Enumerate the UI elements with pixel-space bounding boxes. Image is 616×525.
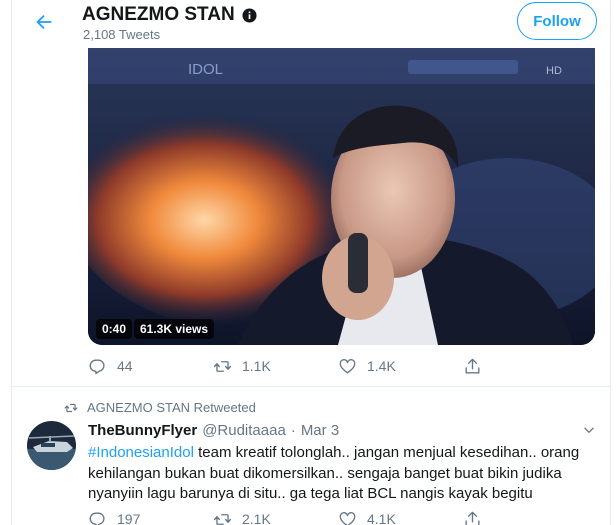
like-button[interactable]: 1.4K xyxy=(338,356,463,376)
retweet-notice[interactable]: AGNEZMO STAN Retweeted xyxy=(64,400,256,415)
timeline-column: AGNEZMO STAN 2,108 Tweets Follow IDOL HD… xyxy=(11,0,611,525)
retweet-notice-text: AGNEZMO STAN Retweeted xyxy=(87,400,256,415)
like-icon xyxy=(339,511,356,525)
reply-button[interactable]: 44 xyxy=(88,356,213,376)
like-count: 4.1K xyxy=(367,511,396,525)
tweet-actions: 197 2.1K 4.1K xyxy=(88,509,588,525)
hashtag-link[interactable]: #IndonesianIdol xyxy=(88,444,194,461)
profile-name: AGNEZMO STAN xyxy=(82,4,257,26)
video-frame-image: IDOL HD xyxy=(88,48,595,345)
retweet-count: 1.1K xyxy=(242,358,271,374)
tweet-text-line1: team kreatif tolonglah.. jangan menjual … xyxy=(193,444,580,461)
retweet-icon xyxy=(213,513,232,525)
reply-count: 197 xyxy=(117,511,141,525)
reply-icon xyxy=(89,511,105,525)
like-button[interactable]: 4.1K xyxy=(338,509,463,525)
chevron-down-icon xyxy=(584,427,594,433)
tweet-actions: 44 1.1K 1.4K xyxy=(88,356,588,376)
tweet-menu-button[interactable] xyxy=(582,423,596,437)
video-player[interactable]: IDOL HD 0:40 61.3K views xyxy=(88,48,595,345)
tweet-header: TheBunnyFlyer @Ruditaaaa · Mar 3 xyxy=(88,422,339,439)
retweet-count: 2.1K xyxy=(242,511,271,525)
video-duration-badge: 0:40 xyxy=(96,319,133,339)
video-views-badge: 61.3K views xyxy=(134,319,215,339)
profile-name-text: AGNEZMO STAN xyxy=(82,4,235,25)
reply-button[interactable]: 197 xyxy=(88,509,213,525)
tweet-timestamp[interactable]: Mar 3 xyxy=(301,422,339,439)
back-button[interactable] xyxy=(32,10,56,34)
like-count: 1.4K xyxy=(367,358,396,374)
author-name[interactable]: TheBunnyFlyer xyxy=(88,422,197,439)
like-icon xyxy=(339,358,356,374)
reply-icon xyxy=(89,358,105,374)
svg-text:HD: HD xyxy=(546,65,562,77)
tweet-count: 2,108 Tweets xyxy=(83,27,161,42)
tweet-text-line3: nyanyiin lagu barunya di situ.. ga tega … xyxy=(88,485,533,502)
profile-header: AGNEZMO STAN 2,108 Tweets Follow xyxy=(12,0,610,48)
retweet-button[interactable]: 2.1K xyxy=(213,509,338,525)
share-button[interactable] xyxy=(463,509,588,525)
reply-count: 44 xyxy=(117,358,133,374)
share-icon xyxy=(465,511,480,525)
retweet-icon xyxy=(213,360,232,372)
retweet-button[interactable]: 1.1K xyxy=(213,356,338,376)
tweet-text-line2: kehilangan bukan buat dikomersilkan.. se… xyxy=(88,464,562,482)
back-arrow-icon xyxy=(36,14,52,30)
avatar[interactable] xyxy=(27,421,76,470)
follow-button[interactable]: Follow xyxy=(517,2,597,40)
svg-text:IDOL: IDOL xyxy=(188,61,223,78)
author-handle[interactable]: @Ruditaaaa xyxy=(202,422,286,439)
tweet-text: #IndonesianIdol team kreatif tolonglah..… xyxy=(88,443,598,505)
dot-separator: · xyxy=(290,422,296,439)
avatar-image xyxy=(27,421,76,470)
share-icon xyxy=(465,358,480,374)
retweet-small-icon xyxy=(64,403,78,412)
share-button[interactable] xyxy=(463,356,588,376)
verified-badge-icon xyxy=(242,7,257,23)
tweet-divider xyxy=(12,386,610,387)
